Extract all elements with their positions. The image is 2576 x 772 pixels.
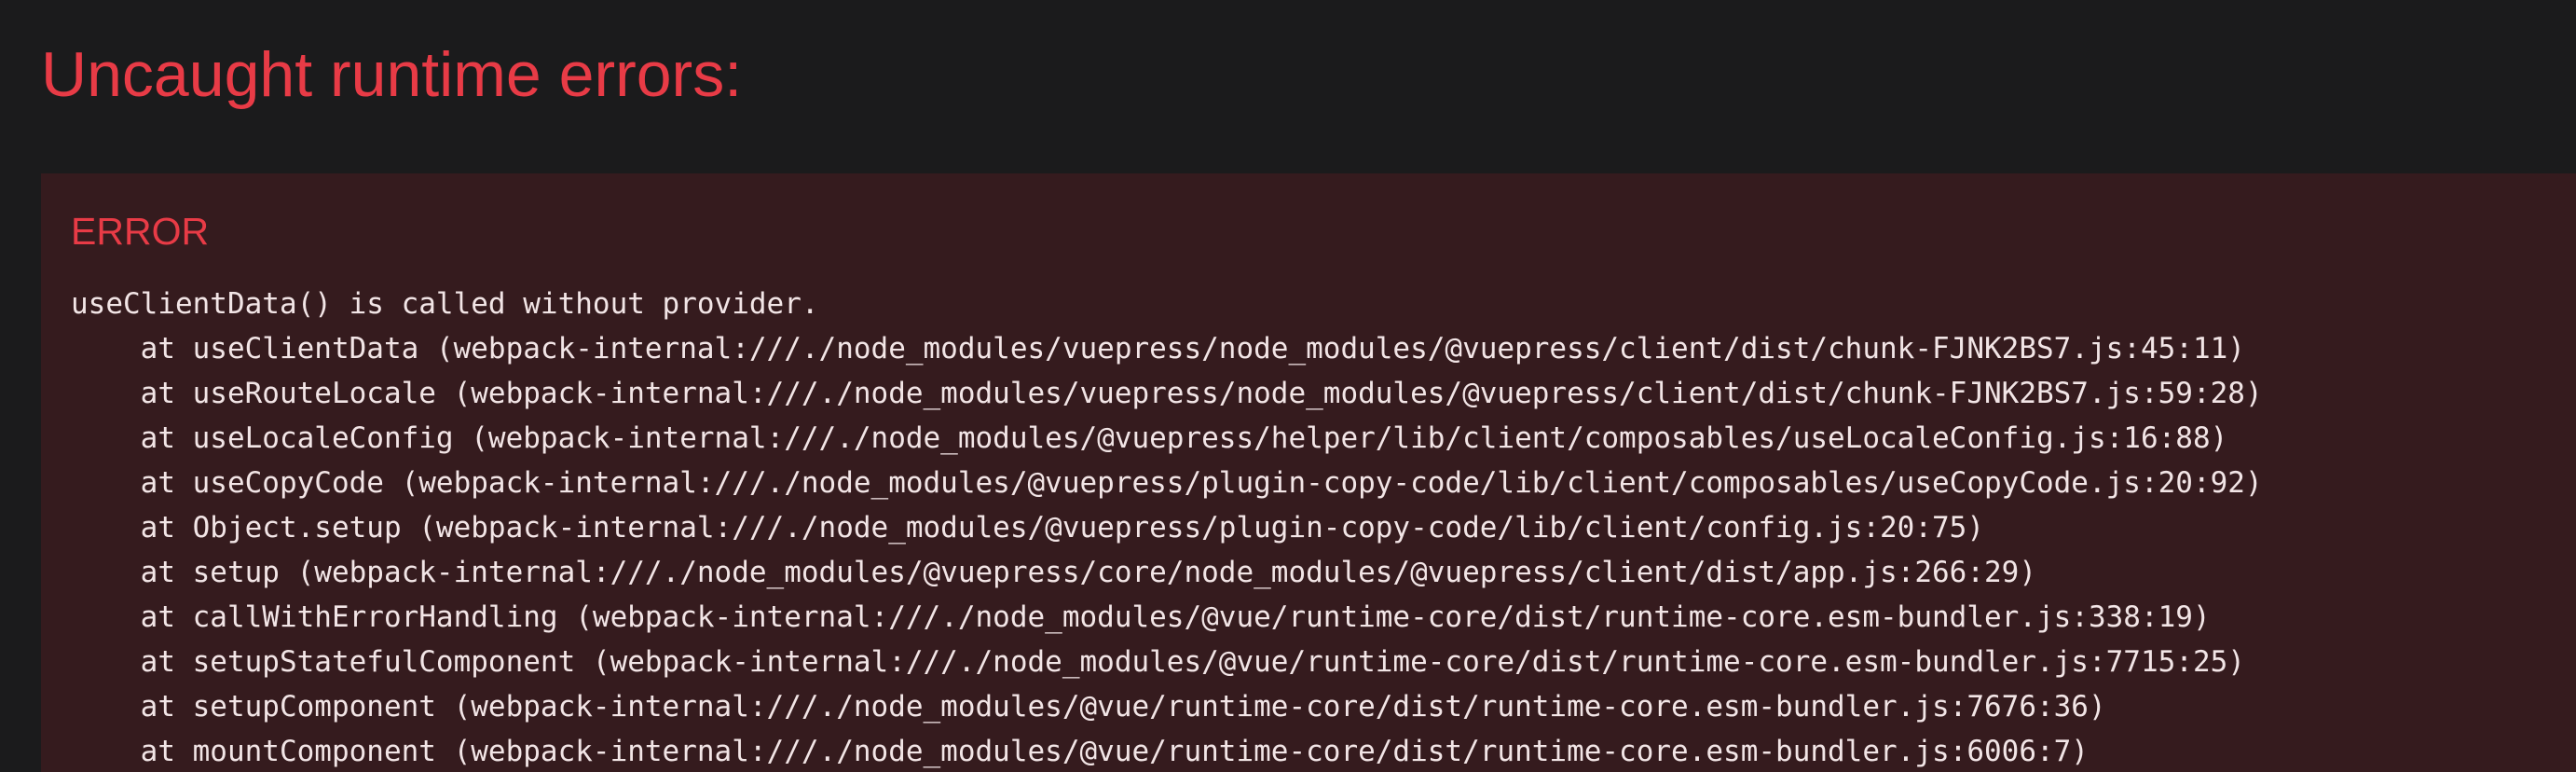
stack-frame: at mountComponent (webpack-internal:///.… [71,735,2089,768]
page-title: Uncaught runtime errors: [41,39,743,110]
stack-frame: at useClientData (webpack-internal:///./… [71,332,2245,365]
stack-frame: at Object.setup (webpack-internal:///./n… [71,511,1984,545]
error-message: useClientData() is called without provid… [71,287,819,321]
stack-frame: at setupStatefulComponent (webpack-inter… [71,645,2245,679]
stack-frame: at useLocaleConfig (webpack-internal:///… [71,421,2228,455]
stack-frame: at setupComponent (webpack-internal:///.… [71,690,2106,724]
stack-frame: at setup (webpack-internal:///./node_mod… [71,556,2036,589]
error-label: ERROR [71,210,210,253]
runtime-error-overlay: Uncaught runtime errors: ERROR useClient… [0,0,2576,772]
stack-frame: at useRouteLocale (webpack-internal:///.… [71,377,2263,410]
error-panel: ERROR useClientData() is called without … [41,173,2576,772]
stack-frame: at callWithErrorHandling (webpack-intern… [71,600,2211,634]
stack-frame: at useCopyCode (webpack-internal:///./no… [71,466,2263,500]
